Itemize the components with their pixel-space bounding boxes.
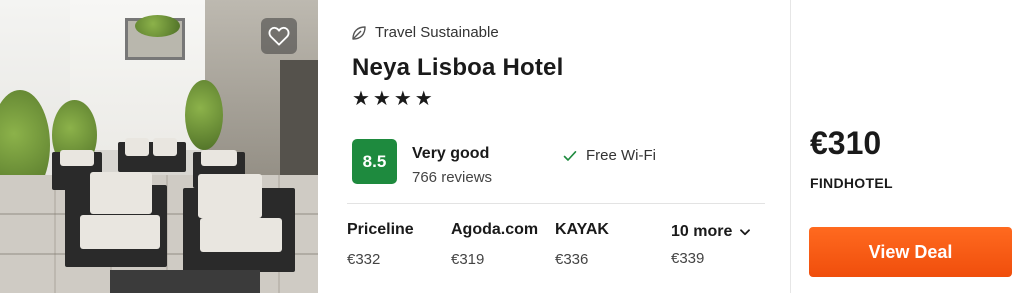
provider-kayak[interactable]: KAYAK €336 — [555, 221, 609, 268]
sustainability-badge: Travel Sustainable — [351, 24, 499, 41]
provider-name: Agoda.com — [451, 221, 539, 238]
amenity-item: Free Wi-Fi — [563, 147, 656, 164]
rating-score-badge: 8.5 — [352, 139, 397, 184]
check-icon — [563, 150, 577, 161]
provider-price: €336 — [555, 251, 589, 268]
amenity-label: Free Wi-Fi — [586, 147, 656, 164]
sustainability-label: Travel Sustainable — [375, 24, 499, 41]
photo-table — [110, 270, 260, 293]
chevron-down-icon — [740, 228, 751, 235]
favorite-button[interactable] — [261, 18, 297, 54]
view-deal-button[interactable]: View Deal — [809, 227, 1012, 277]
provider-name: KAYAK — [555, 221, 609, 238]
deal-provider: FINDHOTEL — [810, 175, 893, 191]
more-providers-button[interactable]: 10 more — [671, 223, 751, 241]
heart-outline-icon — [268, 26, 290, 46]
photo-plant — [185, 80, 223, 150]
hotel-result-card: Travel Sustainable Neya Lisboa Hotel ★★★… — [0, 0, 1024, 293]
divider — [347, 203, 765, 204]
review-count[interactable]: 766 reviews — [412, 169, 492, 186]
star-rating: ★★★★ — [352, 88, 436, 110]
photo-plant — [135, 15, 180, 37]
hotel-name[interactable]: Neya Lisboa Hotel — [352, 54, 563, 82]
more-providers[interactable]: 10 more €339 — [671, 223, 751, 267]
more-providers-label: 10 more — [671, 223, 733, 240]
provider-name: Priceline — [347, 221, 414, 238]
deal-price: €310 — [810, 125, 882, 161]
rating-label: Very good — [412, 145, 490, 162]
provider-priceline[interactable]: Priceline €332 — [347, 221, 414, 268]
provider-price: €339 — [671, 250, 705, 267]
provider-price: €319 — [451, 251, 485, 268]
deal-panel: €310 FINDHOTEL View Deal — [791, 0, 1024, 293]
provider-price: €332 — [347, 251, 381, 268]
hotel-info: Travel Sustainable Neya Lisboa Hotel ★★★… — [318, 0, 790, 293]
leaf-icon — [352, 25, 366, 40]
hotel-photo[interactable] — [0, 0, 318, 293]
provider-agoda[interactable]: Agoda.com €319 — [451, 221, 538, 268]
